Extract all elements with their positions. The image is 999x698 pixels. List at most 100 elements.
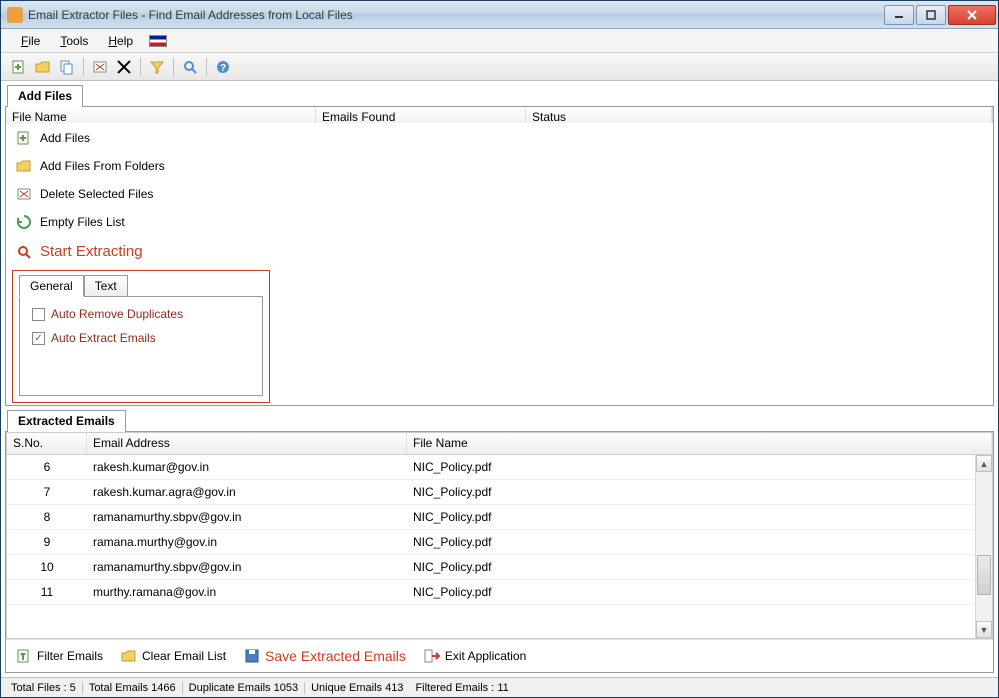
label: Save Extracted Emails: [265, 648, 406, 664]
label: Add Files From Folders: [40, 159, 165, 173]
col-sno[interactable]: S.No.: [7, 433, 87, 454]
email-row[interactable]: 10ramanamurthy.sbpv@gov.inNIC_Policy.pdf: [7, 555, 992, 580]
app-icon: [7, 7, 23, 23]
status-dup-emails: Duplicate Emails 1053: [182, 682, 304, 694]
filter-icon: [16, 648, 32, 664]
tab-extracted[interactable]: Extracted Emails: [7, 410, 126, 432]
email-row[interactable]: 6rakesh.kumar@gov.inNIC_Policy.pdf: [7, 455, 992, 480]
start-extracting-button[interactable]: Start Extracting: [12, 237, 270, 266]
tab-add-files[interactable]: Add Files: [7, 85, 83, 107]
email: ramanamurthy.sbpv@gov.in: [87, 557, 407, 577]
filter-icon[interactable]: [147, 57, 167, 77]
status-bar: Total Files : 5 Total Emails 1466 Duplic…: [1, 677, 998, 697]
col-status[interactable]: Status: [526, 107, 992, 123]
status-filtered-emails: Filtered Emails : 11: [409, 682, 514, 694]
col-email[interactable]: Email Address: [87, 433, 407, 454]
tab-general[interactable]: General: [19, 275, 84, 297]
checkbox-icon: [32, 308, 45, 321]
file: NIC_Policy.pdf: [407, 457, 992, 477]
delete-files-button[interactable]: Delete Selected Files: [12, 181, 270, 207]
sno: 7: [7, 482, 87, 502]
remove-icon[interactable]: [114, 57, 134, 77]
file: NIC_Policy.pdf: [407, 557, 992, 577]
app-window: Email Extractor Files - Find Email Addre…: [0, 0, 999, 698]
empty-list-button[interactable]: Empty Files List: [12, 209, 270, 235]
minimize-button[interactable]: [884, 5, 914, 25]
add-files-section: Add Files File Name Emails Found Status …: [5, 85, 994, 406]
separator: [83, 58, 84, 76]
emails-table: S.No. Email Address File Name 6rakesh.ku…: [6, 432, 993, 639]
email: murthy.ramana@gov.in: [87, 582, 407, 602]
sno: 6: [7, 457, 87, 477]
content-area: Add Files File Name Emails Found Status …: [1, 81, 998, 677]
separator: [206, 58, 207, 76]
copy-icon[interactable]: [57, 57, 77, 77]
email-row[interactable]: 8ramanamurthy.sbpv@gov.inNIC_Policy.pdf: [7, 505, 992, 530]
toolbar: ?: [1, 53, 998, 81]
add-file-icon: [16, 130, 32, 146]
col-emails-found[interactable]: Emails Found: [316, 107, 526, 123]
recycle-icon: [16, 214, 32, 230]
menu-tools[interactable]: Tools: [52, 32, 96, 50]
scroll-down-icon[interactable]: ▼: [976, 621, 992, 638]
status-total-emails: Total Emails 1466: [82, 682, 182, 694]
label: Empty Files List: [40, 215, 125, 229]
maximize-button[interactable]: [916, 5, 946, 25]
options-frame: General Text Auto Remove Duplicates ✓ Au…: [12, 270, 270, 403]
col-file[interactable]: File Name: [407, 433, 992, 454]
menu-help[interactable]: Help: [100, 32, 141, 50]
add-files-button[interactable]: Add Files: [12, 125, 270, 151]
status-unique-emails: Unique Emails 413: [304, 682, 409, 694]
titlebar[interactable]: Email Extractor Files - Find Email Addre…: [1, 1, 998, 29]
auto-remove-checkbox[interactable]: Auto Remove Duplicates: [32, 307, 250, 321]
menu-file[interactable]: File: [13, 32, 48, 50]
sno: 10: [7, 557, 87, 577]
extracted-section: Extracted Emails S.No. Email Address Fil…: [5, 410, 994, 673]
label: Add Files: [40, 131, 90, 145]
col-file-name[interactable]: File Name: [6, 107, 316, 123]
action-bar: Filter Emails Clear Email List Save Extr…: [6, 639, 993, 672]
separator: [140, 58, 141, 76]
label: Clear Email List: [142, 649, 226, 663]
window-title: Email Extractor Files - Find Email Addre…: [28, 8, 884, 22]
email-row[interactable]: 7rakesh.kumar.agra@gov.inNIC_Policy.pdf: [7, 480, 992, 505]
file: NIC_Policy.pdf: [407, 582, 992, 602]
folder-icon: [16, 158, 32, 174]
add-file-icon[interactable]: [9, 57, 29, 77]
checkbox-icon: ✓: [32, 332, 45, 345]
exit-button[interactable]: Exit Application: [418, 646, 532, 666]
exit-icon: [424, 648, 440, 664]
email-row[interactable]: 11murthy.ramana@gov.inNIC_Policy.pdf: [7, 580, 992, 605]
close-button[interactable]: [948, 5, 996, 25]
search-icon[interactable]: [180, 57, 200, 77]
add-folder-icon[interactable]: [33, 57, 53, 77]
delete-icon[interactable]: [90, 57, 110, 77]
sno: 8: [7, 507, 87, 527]
tab-text[interactable]: Text: [84, 275, 128, 297]
email-row[interactable]: 9ramana.murthy@gov.inNIC_Policy.pdf: [7, 530, 992, 555]
scroll-up-icon[interactable]: ▲: [976, 455, 992, 472]
scroll-thumb[interactable]: [977, 555, 991, 595]
scrollbar[interactable]: ▲ ▼: [975, 455, 992, 638]
menubar: File Tools Help: [1, 29, 998, 53]
email: rakesh.kumar@gov.in: [87, 457, 407, 477]
label: Exit Application: [445, 649, 526, 663]
label: Auto Remove Duplicates: [51, 307, 183, 321]
help-icon[interactable]: ?: [213, 57, 233, 77]
clear-icon: [121, 648, 137, 664]
clear-emails-button[interactable]: Clear Email List: [115, 646, 232, 666]
label: Delete Selected Files: [40, 187, 153, 201]
email: rakesh.kumar.agra@gov.in: [87, 482, 407, 502]
side-panel: Add Files Add Files From Folders Delete …: [6, 123, 276, 405]
svg-text:?: ?: [220, 63, 226, 74]
sno: 9: [7, 532, 87, 552]
save-icon: [244, 648, 260, 664]
sno: 11: [7, 582, 87, 602]
auto-extract-checkbox[interactable]: ✓ Auto Extract Emails: [32, 331, 250, 345]
add-folders-button[interactable]: Add Files From Folders: [12, 153, 270, 179]
language-flag-icon[interactable]: [149, 35, 167, 47]
file: NIC_Policy.pdf: [407, 532, 992, 552]
save-emails-button[interactable]: Save Extracted Emails: [238, 646, 412, 666]
separator: [173, 58, 174, 76]
filter-emails-button[interactable]: Filter Emails: [10, 646, 109, 666]
